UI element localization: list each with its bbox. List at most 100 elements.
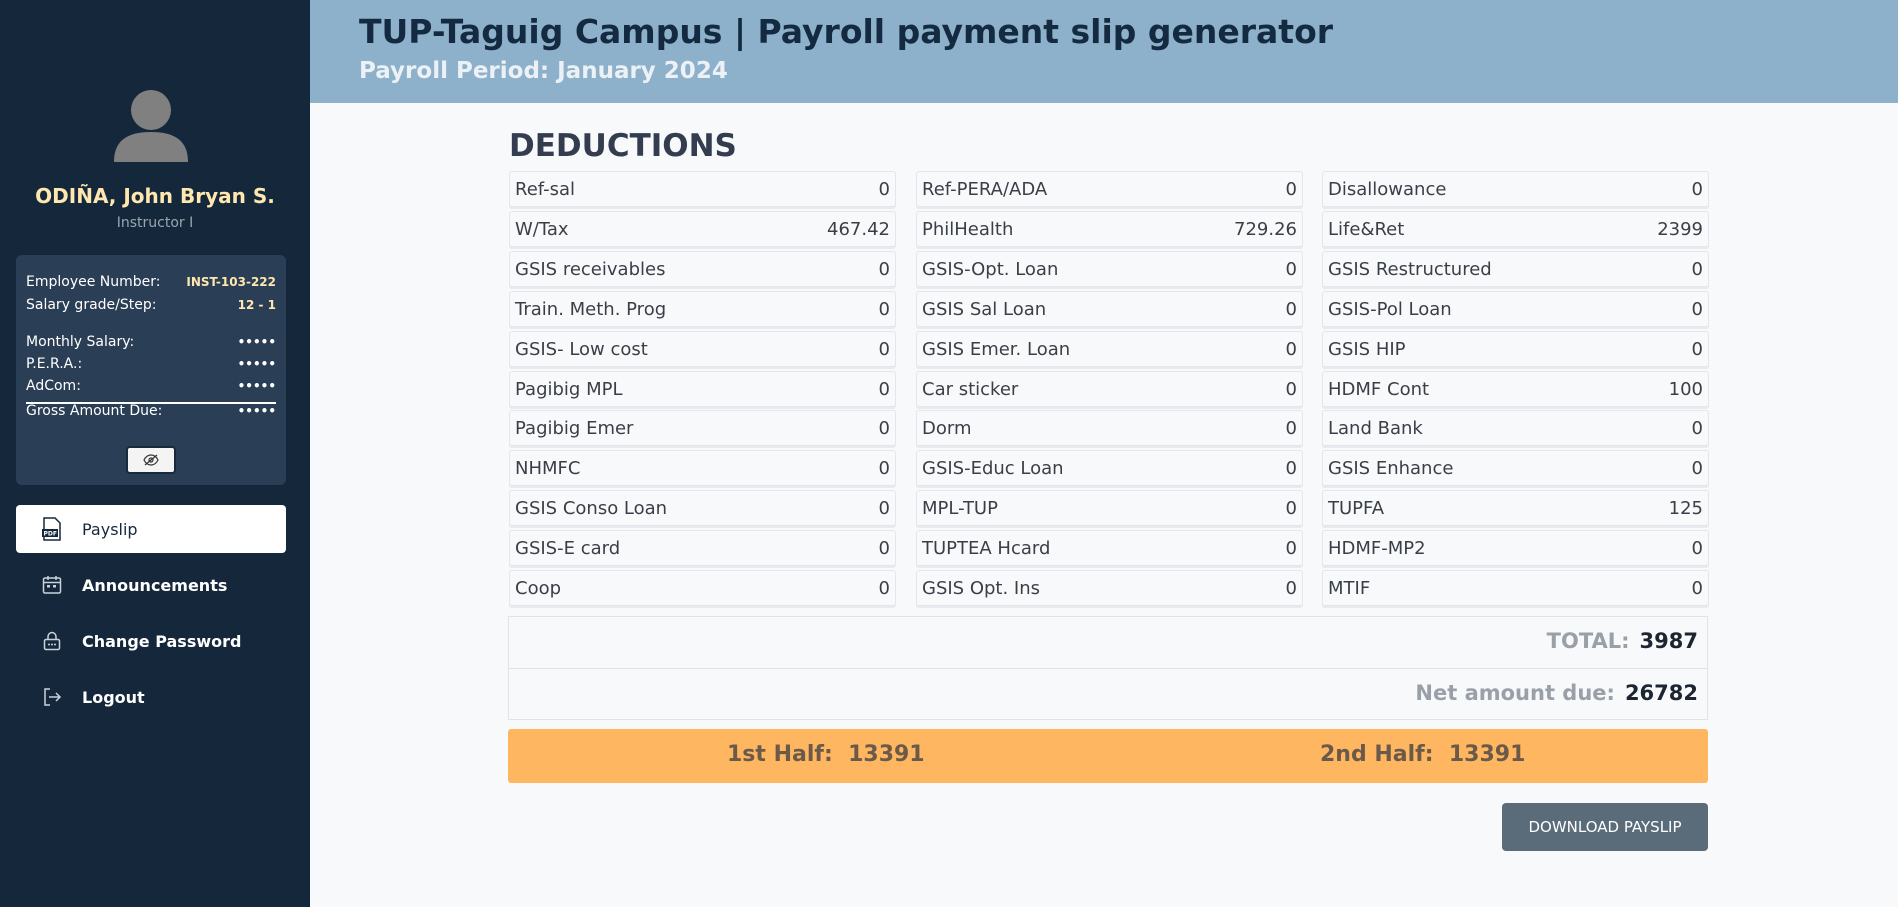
toggle-visibility-button[interactable] [126,446,176,474]
deduction-cell: GSIS Emer. Loan 0 [916,331,1303,367]
deduction-cell: Pagibig Emer 0 [509,410,896,446]
deduction-label: NHMFC [515,457,581,479]
deduction-label: Ref-PERA/ADA [922,178,1048,200]
deduction-cell: PhilHealth 729.26 [916,211,1303,247]
deduction-label: GSIS Enhance [1328,457,1454,479]
net-amount-label: Net amount due: [1415,681,1615,705]
page-title: TUP-Taguig Campus | Payroll payment slip… [359,12,1334,51]
deduction-value: 0 [1285,537,1297,559]
deduction-value: 0 [1285,338,1297,360]
deduction-cell: Ref-PERA/ADA 0 [916,171,1303,207]
deduction-label: HDMF-MP2 [1328,537,1426,559]
salary-grade-label: Salary grade/Step: [26,297,157,313]
logout-icon [40,685,64,709]
deduction-value: 0 [1285,497,1297,519]
nav-item-announcements[interactable]: Announcements [16,561,286,609]
nav-item-logout[interactable]: Logout [16,673,286,721]
deduction-value: 0 [1691,298,1703,320]
deduction-value: 0 [1691,577,1703,599]
page-header: TUP-Taguig Campus | Payroll payment slip… [310,0,1898,103]
total-value: 3987 [1639,629,1698,653]
deduction-value: 0 [1285,378,1297,400]
total-row: TOTAL: 3987 [1547,629,1698,653]
deductions-title: DEDUCTIONS [509,128,737,164]
deduction-cell: GSIS HIP 0 [1322,331,1709,367]
deduction-value: 0 [1691,457,1703,479]
deduction-cell: Land Bank 0 [1322,410,1709,446]
deduction-value: 0 [878,178,890,200]
deduction-value: 467.42 [827,218,890,240]
deduction-cell: GSIS Sal Loan 0 [916,291,1303,327]
deduction-label: GSIS Emer. Loan [922,338,1071,360]
deduction-label: Coop [515,577,562,599]
deduction-label: Car sticker [922,378,1019,400]
second-half-label: 2nd Half: [1320,742,1434,767]
deduction-label: GSIS- Low cost [515,338,648,360]
deduction-cell: GSIS- Low cost 0 [509,331,896,367]
salary-grade-value: 12 - 1 [237,298,276,312]
deduction-value: 0 [1691,178,1703,200]
deduction-value: 0 [878,298,890,320]
deduction-cell: GSIS-E card 0 [509,530,896,566]
deduction-label: GSIS-E card [515,537,621,559]
first-half: 1st Half: 13391 [727,742,925,767]
totals-divider [509,668,1707,669]
deduction-cell: GSIS Enhance 0 [1322,450,1709,486]
pera-masked: ••••• [237,357,276,371]
adcom-masked: ••••• [237,379,276,393]
deduction-cell: Disallowance 0 [1322,171,1709,207]
deduction-cell: W/Tax 467.42 [509,211,896,247]
deduction-value: 125 [1668,497,1703,519]
deduction-value: 0 [878,457,890,479]
deduction-value: 0 [1691,338,1703,360]
monthly-salary-masked: ••••• [237,335,276,349]
deduction-label: Train. Meth. Prog [515,298,667,320]
pdf-icon: PDF [40,517,64,541]
nav-label-logout: Logout [82,687,145,707]
net-amount-row: Net amount due: 26782 [1415,681,1698,705]
nav-label-announcements: Announcements [82,575,228,595]
deduction-cell: HDMF-MP2 0 [1322,530,1709,566]
deduction-cell: Coop 0 [509,570,896,606]
gross-amount-label: Gross Amount Due: [26,403,163,419]
deduction-cell: MTIF 0 [1322,570,1709,606]
deduction-label: Dorm [922,417,972,439]
deduction-label: Pagibig MPL [515,378,623,400]
deduction-label: GSIS-Educ Loan [922,457,1064,479]
download-payslip-button[interactable]: DOWNLOAD PAYSLIP [1502,803,1708,851]
deduction-label: HDMF Cont [1328,378,1430,400]
deduction-label: GSIS Conso Loan [515,497,668,519]
deduction-cell: GSIS receivables 0 [509,251,896,287]
gross-amount-row: Gross Amount Due: ••••• [26,403,276,419]
deduction-cell: NHMFC 0 [509,450,896,486]
deduction-cell: Car sticker 0 [916,371,1303,407]
deduction-value: 0 [1691,537,1703,559]
first-half-value: 13391 [848,742,925,767]
nav-item-change-password[interactable]: Change Password [16,617,286,665]
deduction-value: 0 [878,338,890,360]
employee-number-value: INST-103-222 [186,275,276,289]
nav-item-payslip[interactable]: PDF Payslip [16,505,286,553]
net-amount-value: 26782 [1624,681,1698,705]
deduction-label: MTIF [1328,577,1371,599]
deduction-cell: Life&Ret 2399 [1322,211,1709,247]
employee-number-label: Employee Number: [26,274,161,290]
user-avatar-icon [114,90,188,162]
first-half-label: 1st Half: [727,742,833,767]
deduction-value: 0 [878,378,890,400]
pera-label: P.E.R.A.: [26,356,83,372]
deduction-label: W/Tax [515,218,569,240]
deduction-value: 0 [878,537,890,559]
deduction-value: 2399 [1657,218,1703,240]
deduction-cell: GSIS Conso Loan 0 [509,490,896,526]
salary-grade-row: Salary grade/Step: 12 - 1 [26,297,276,313]
deduction-value: 0 [878,417,890,439]
deduction-label: TUPTEA Hcard [922,537,1051,559]
deduction-value: 0 [878,258,890,280]
nav-label-payslip: Payslip [82,519,138,539]
eye-slash-icon [143,451,159,470]
calendar-icon [40,573,64,597]
user-name: ODIÑA, John Bryan S. [35,184,275,208]
deduction-cell: Pagibig MPL 0 [509,371,896,407]
deduction-value: 0 [878,577,890,599]
